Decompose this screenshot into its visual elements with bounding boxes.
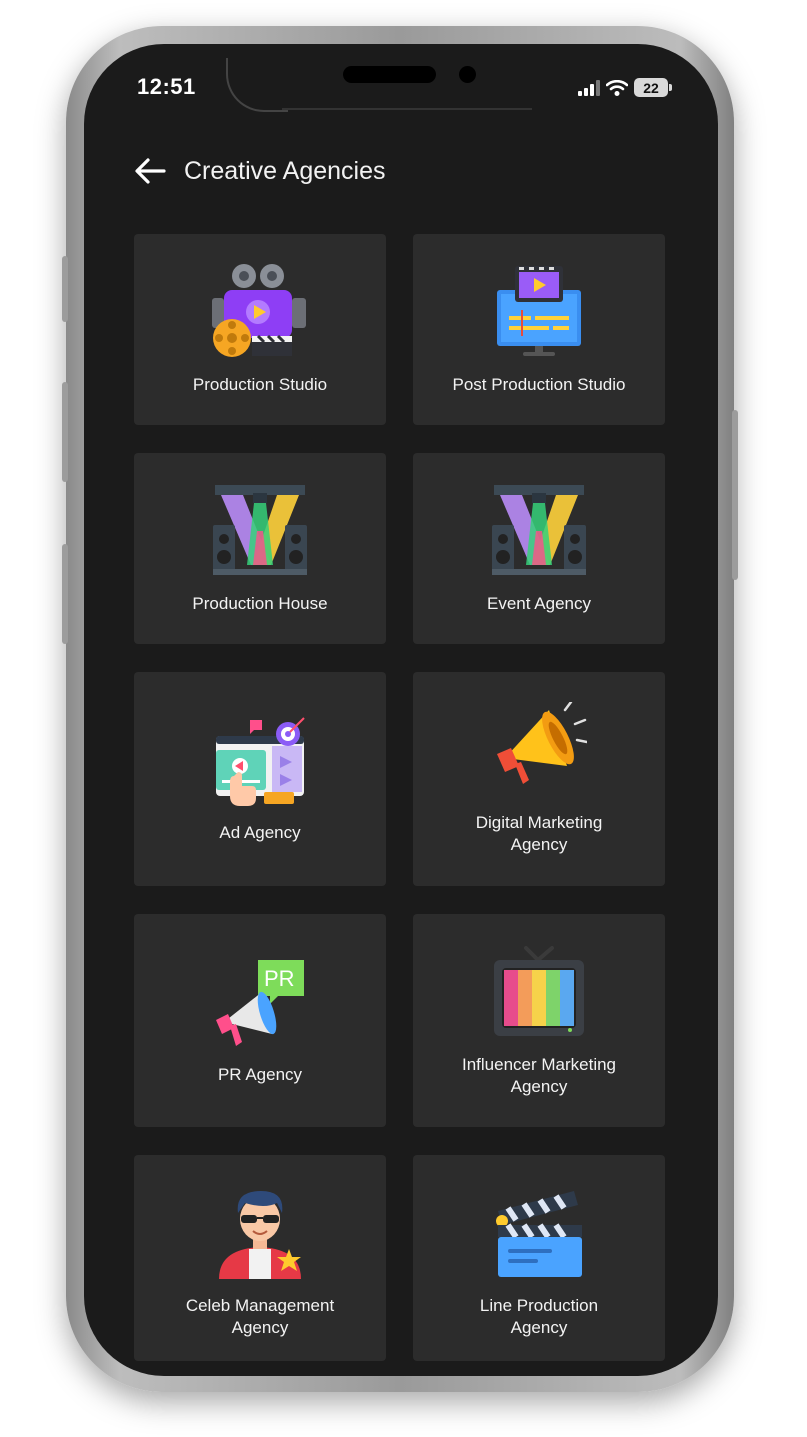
agency-card-influencer-marketing-agency[interactable]: Influencer Marketing Agency bbox=[413, 914, 665, 1127]
svg-text:PR: PR bbox=[264, 966, 295, 991]
page-title: Creative Agencies bbox=[184, 156, 386, 185]
stage-lights-icon bbox=[213, 485, 307, 575]
agency-card-label: Production House bbox=[192, 594, 328, 613]
wifi-icon bbox=[606, 79, 628, 96]
agency-card-label: Influencer Marketing Agency bbox=[461, 1055, 617, 1096]
signal-icon bbox=[578, 79, 600, 96]
volume-down-button bbox=[62, 544, 68, 644]
agency-card-production-house[interactable]: Production House bbox=[134, 453, 386, 644]
agency-card-celeb-management-agency[interactable]: Celeb Management Agency bbox=[134, 1155, 386, 1361]
mute-switch bbox=[62, 256, 68, 322]
status-icons: 22 bbox=[578, 78, 672, 97]
retro-tv-icon bbox=[494, 946, 584, 1036]
agency-card-ad-agency[interactable]: Ad Agency bbox=[134, 672, 386, 886]
power-button bbox=[732, 410, 738, 580]
volume-up-button bbox=[62, 382, 68, 482]
status-time: 12:51 bbox=[137, 74, 196, 99]
ad-campaign-icon bbox=[216, 717, 305, 806]
page-header: Creative Agencies bbox=[134, 150, 386, 192]
stage-lights-icon bbox=[492, 485, 586, 575]
agency-card-label: Line Production Agency bbox=[479, 1296, 599, 1337]
agency-card-digital-marketing-agency[interactable]: Digital Marketing Agency bbox=[413, 672, 665, 886]
back-button[interactable] bbox=[134, 150, 170, 192]
agency-card-label: Production Studio bbox=[192, 375, 328, 394]
agency-card-production-studio[interactable]: Production Studio bbox=[134, 234, 386, 425]
earpiece-speaker bbox=[343, 66, 436, 83]
agency-card-label: Ad Agency bbox=[219, 823, 301, 842]
agency-card-label: Post Production Studio bbox=[452, 375, 626, 394]
agency-card-label: Celeb Management Agency bbox=[185, 1296, 335, 1337]
agency-card-line-production-agency[interactable]: Line Production Agency bbox=[413, 1155, 665, 1361]
agency-card-pr-agency[interactable]: PR PR Agency bbox=[134, 914, 386, 1127]
video-editing-monitor-icon bbox=[497, 266, 581, 356]
clapperboard-icon bbox=[496, 1191, 582, 1277]
pr-megaphone-icon: PR bbox=[216, 960, 304, 1046]
front-camera bbox=[459, 66, 476, 83]
agency-card-label: Digital Marketing Agency bbox=[475, 813, 603, 854]
agency-card-event-agency[interactable]: Event Agency bbox=[413, 453, 665, 644]
film-camera-icon bbox=[212, 264, 306, 357]
agency-card-post-production-studio[interactable]: Post Production Studio bbox=[413, 234, 665, 425]
agency-card-label: PR Agency bbox=[217, 1065, 303, 1084]
celebrity-icon bbox=[219, 1191, 301, 1279]
arrow-left-icon bbox=[135, 158, 166, 184]
agency-card-label: Event Agency bbox=[487, 594, 591, 613]
megaphone-icon bbox=[497, 702, 587, 784]
notch-outline-edge bbox=[282, 108, 532, 110]
battery-icon: 22 bbox=[634, 78, 672, 97]
